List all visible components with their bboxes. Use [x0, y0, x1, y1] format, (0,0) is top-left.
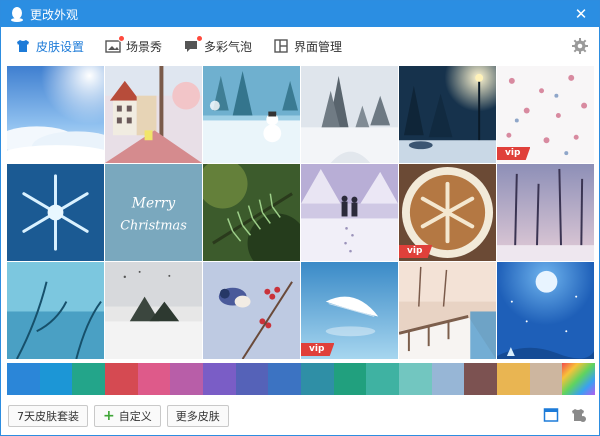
gear-icon[interactable] [571, 37, 589, 55]
chat-bubble-icon [183, 35, 204, 54]
color-swatch[interactable] [366, 363, 399, 395]
skin-thumbnail-feather-blue[interactable]: vip [301, 262, 399, 360]
skin-thumbnail-merry-christmas[interactable]: Merry Christmas [105, 164, 203, 262]
skin-thumbnail-snowflake-pattern[interactable]: vip [497, 66, 595, 164]
color-swatch[interactable] [431, 363, 465, 395]
tab-interface-manage[interactable]: 界面管理 [273, 27, 342, 65]
skin-thumbnail-moon-night[interactable] [497, 262, 595, 360]
custom-skin-button[interactable]: + 自定义 [94, 405, 161, 427]
color-swatch[interactable] [235, 363, 269, 395]
skin-thumbnail-winter-trees[interactable] [497, 164, 595, 262]
shirt-icon [15, 38, 31, 54]
badge-dot [196, 35, 204, 42]
tab-label: 场景秀 [126, 39, 163, 54]
vip-badge: vip [399, 245, 433, 258]
appearance-window: 更改外观 ✕ 皮肤设置 场景秀 多彩气泡 界面管理 vip Merry Chri… [0, 0, 600, 436]
svg-text:Christmas: Christmas [120, 218, 187, 233]
skin-thumbnail-pine-branch[interactable] [203, 164, 301, 262]
skin-thumbnail-snowy-pines[interactable] [301, 66, 399, 164]
wardrobe-icon[interactable] [571, 407, 587, 423]
qq-penguin-icon [9, 6, 25, 22]
color-swatch[interactable] [529, 363, 563, 395]
tab-skin-settings[interactable]: 皮肤设置 [15, 27, 84, 65]
color-swatch[interactable] [399, 363, 432, 395]
custom-label: 自定义 [118, 410, 152, 423]
tab-bar: 皮肤设置 场景秀 多彩气泡 界面管理 [1, 27, 599, 65]
color-swatch[interactable] [137, 363, 171, 395]
color-palette [7, 363, 595, 395]
skin-thumbnail-bird-berries[interactable] [203, 262, 301, 360]
vip-badge: vip [301, 343, 335, 356]
skin-thumbnail-frozen-branches[interactable] [7, 262, 105, 360]
more-skins-button[interactable]: 更多皮肤 [166, 405, 229, 427]
skin-thumbnail-snow-bridge[interactable] [399, 262, 497, 360]
layout-icon [273, 38, 289, 54]
skin-thumbnail-street-houses[interactable] [105, 66, 203, 164]
tab-label: 界面管理 [294, 39, 343, 54]
skin-thumbnail-winter-lake[interactable] [105, 262, 203, 360]
window-icon[interactable] [543, 407, 559, 423]
trial-skin-button[interactable]: 7天皮肤套装 [8, 405, 88, 427]
picture-icon [105, 35, 126, 54]
skin-thumbnail-ice-snowflake[interactable] [7, 164, 105, 262]
color-swatch[interactable] [333, 363, 367, 395]
color-swatch[interactable] [7, 363, 40, 395]
skin-thumbnail-coffee-snowflake[interactable]: vip [399, 164, 497, 262]
badge-dot [118, 35, 126, 42]
tab-label: 皮肤设置 [36, 39, 85, 54]
tab-bubbles[interactable]: 多彩气泡 [183, 27, 252, 65]
color-swatch-rainbow[interactable] [562, 363, 595, 395]
tab-scene-show[interactable]: 场景秀 [105, 27, 162, 65]
close-icon[interactable]: ✕ [571, 4, 591, 24]
color-swatch[interactable] [72, 363, 105, 395]
vip-badge: vip [497, 147, 531, 160]
color-swatch[interactable] [170, 363, 203, 395]
color-swatch[interactable] [497, 363, 530, 395]
title-bar[interactable]: 更改外观 ✕ [1, 1, 599, 27]
svg-text:Merry: Merry [131, 196, 176, 212]
skin-thumbnail-lamp-night-snow[interactable] [399, 66, 497, 164]
tab-label: 多彩气泡 [204, 39, 253, 54]
skin-thumbnail-sky-clouds[interactable] [7, 66, 105, 164]
skin-thumbnail-snowman-forest[interactable] [203, 66, 301, 164]
color-swatch[interactable] [105, 363, 138, 395]
color-swatch[interactable] [203, 363, 236, 395]
bottom-bar: 7天皮肤套装 + 自定义 更多皮肤 [1, 402, 599, 430]
skin-thumbnail-couple-snow-path[interactable] [301, 164, 399, 262]
skin-grid: vip Merry Christmas vip vip [7, 66, 595, 360]
color-swatch[interactable] [464, 363, 497, 395]
color-swatch[interactable] [301, 363, 334, 395]
color-swatch[interactable] [268, 363, 301, 395]
color-swatch[interactable] [39, 363, 73, 395]
plus-icon: + [103, 408, 115, 424]
bottom-right-icons [531, 407, 587, 423]
window-title: 更改外观 [30, 7, 79, 22]
